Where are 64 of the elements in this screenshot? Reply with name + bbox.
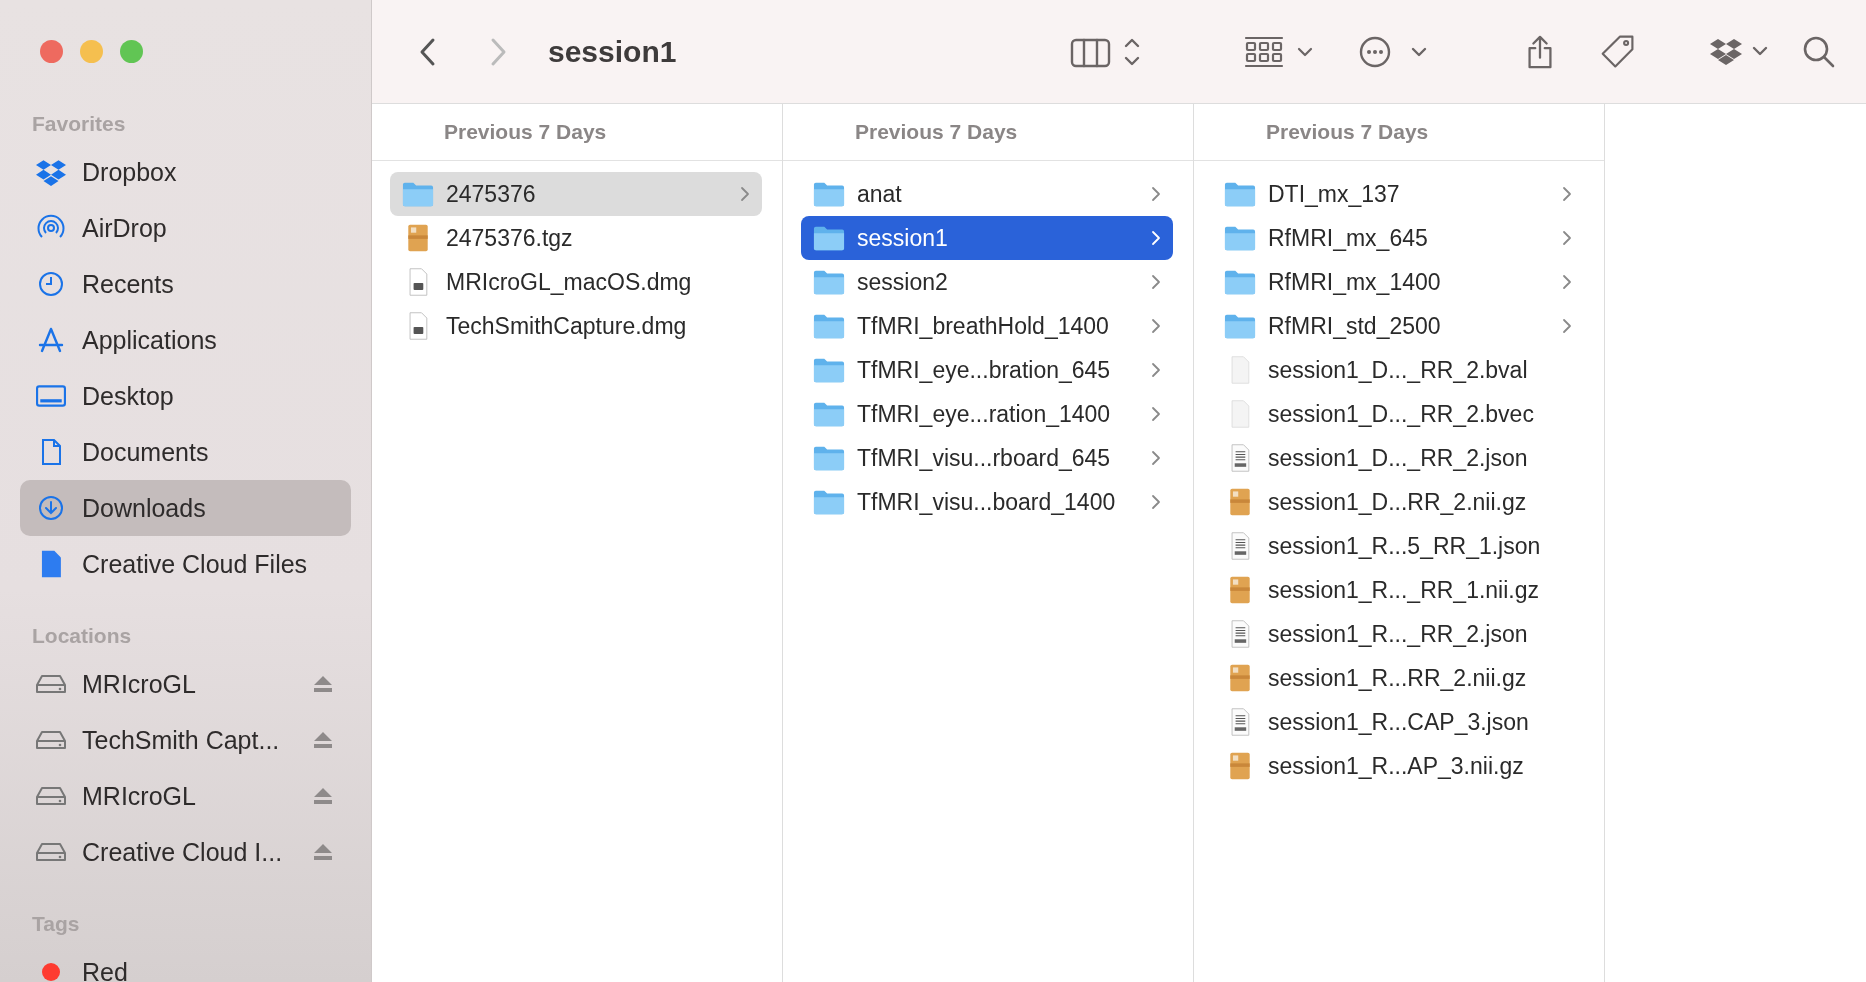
file-row[interactable]: RfMRI_mx_645 [1212, 216, 1584, 260]
dropbox-icon [36, 158, 66, 186]
file-row[interactable]: 2475376 [390, 172, 762, 216]
sidebar-item[interactable]: Creative Cloud Files [20, 536, 351, 592]
file-row[interactable]: session1_R..._RR_2.json [1212, 612, 1584, 656]
chevron-icon [1151, 274, 1161, 290]
chevron-icon [1151, 494, 1161, 510]
app-store-icon [36, 326, 66, 354]
file-row[interactable]: session1_R...CAP_3.json [1212, 700, 1584, 744]
chevron-icon [1151, 362, 1161, 378]
chevron-icon [1562, 186, 1572, 202]
sidebar-item[interactable]: TechSmith Capt... [20, 712, 351, 768]
chevron-icon [1151, 230, 1161, 246]
window-title: session1 [548, 34, 677, 69]
chevron-icon [1151, 406, 1161, 422]
sidebar-item[interactable]: Applications [20, 312, 351, 368]
chevron-icon [1562, 274, 1572, 290]
section-heading: Locations [31, 623, 133, 649]
file-row[interactable]: TfMRI_breathHold_1400 [801, 304, 1173, 348]
file-row[interactable]: TechSmithCapture.dmg [390, 304, 762, 348]
desktop-icon [36, 382, 66, 410]
sidebar-item[interactable]: Desktop [20, 368, 351, 424]
chevron-icon [1151, 450, 1161, 466]
file-row[interactable]: session1_R..._RR_1.nii.gz [1212, 568, 1584, 612]
file-row[interactable]: session1_D...RR_2.nii.gz [1212, 480, 1584, 524]
file-row[interactable]: RfMRI_mx_1400 [1212, 260, 1584, 304]
file-row[interactable]: TfMRI_eye...bration_645 [801, 348, 1173, 392]
column-header: Previous 7 Days [783, 104, 1193, 161]
chevron-icon [1562, 318, 1572, 334]
file-row[interactable]: DTI_mx_137 [1212, 172, 1584, 216]
file-row[interactable]: 2475376.tgz [390, 216, 762, 260]
sidebar-item[interactable]: Documents [20, 424, 351, 480]
column-header: Previous 7 Days [372, 104, 782, 161]
file-row[interactable]: session1_D..._RR_2.bvec [1212, 392, 1584, 436]
file-row[interactable]: TfMRI_visu...board_1400 [801, 480, 1173, 524]
sidebar-item[interactable]: MRIcroGL [20, 656, 351, 712]
file-row[interactable]: session1_D..._RR_2.bval [1212, 348, 1584, 392]
section-heading: Favorites [31, 111, 127, 137]
file-row[interactable]: session1_R...5_RR_1.json [1212, 524, 1584, 568]
file-row[interactable]: session1_R...AP_3.nii.gz [1212, 744, 1584, 788]
eject-icon[interactable] [313, 675, 333, 693]
chevron-icon [1151, 186, 1161, 202]
sidebar-item[interactable]: Downloads [20, 480, 351, 536]
file-row[interactable]: session1_D..._RR_2.json [1212, 436, 1584, 480]
chevron-icon [1151, 318, 1161, 334]
column-header: Previous 7 Days [1194, 104, 1604, 161]
file-row[interactable]: MRIcroGL_macOS.dmg [390, 260, 762, 304]
chevron-icon [1562, 230, 1572, 246]
file-row[interactable]: session1_R...RR_2.nii.gz [1212, 656, 1584, 700]
sidebar-item[interactable]: Dropbox [20, 144, 351, 200]
sidebar-item[interactable]: MRIcroGL [20, 768, 351, 824]
sidebar-item[interactable]: AirDrop [20, 200, 351, 256]
file-row[interactable]: TfMRI_eye...ration_1400 [801, 392, 1173, 436]
download-icon [36, 494, 66, 522]
clock-icon [36, 270, 66, 298]
file-row[interactable]: session2 [801, 260, 1173, 304]
file-row[interactable]: session1 [801, 216, 1173, 260]
file-row[interactable]: TfMRI_visu...rboard_645 [801, 436, 1173, 480]
sidebar-item[interactable]: Recents [20, 256, 351, 312]
chevron-icon [740, 186, 750, 202]
sidebar-item[interactable]: Red [20, 944, 351, 982]
file-row[interactable]: anat [801, 172, 1173, 216]
file-row[interactable]: RfMRI_std_2500 [1212, 304, 1584, 348]
sidebar-item[interactable]: Creative Cloud I... [20, 824, 351, 880]
